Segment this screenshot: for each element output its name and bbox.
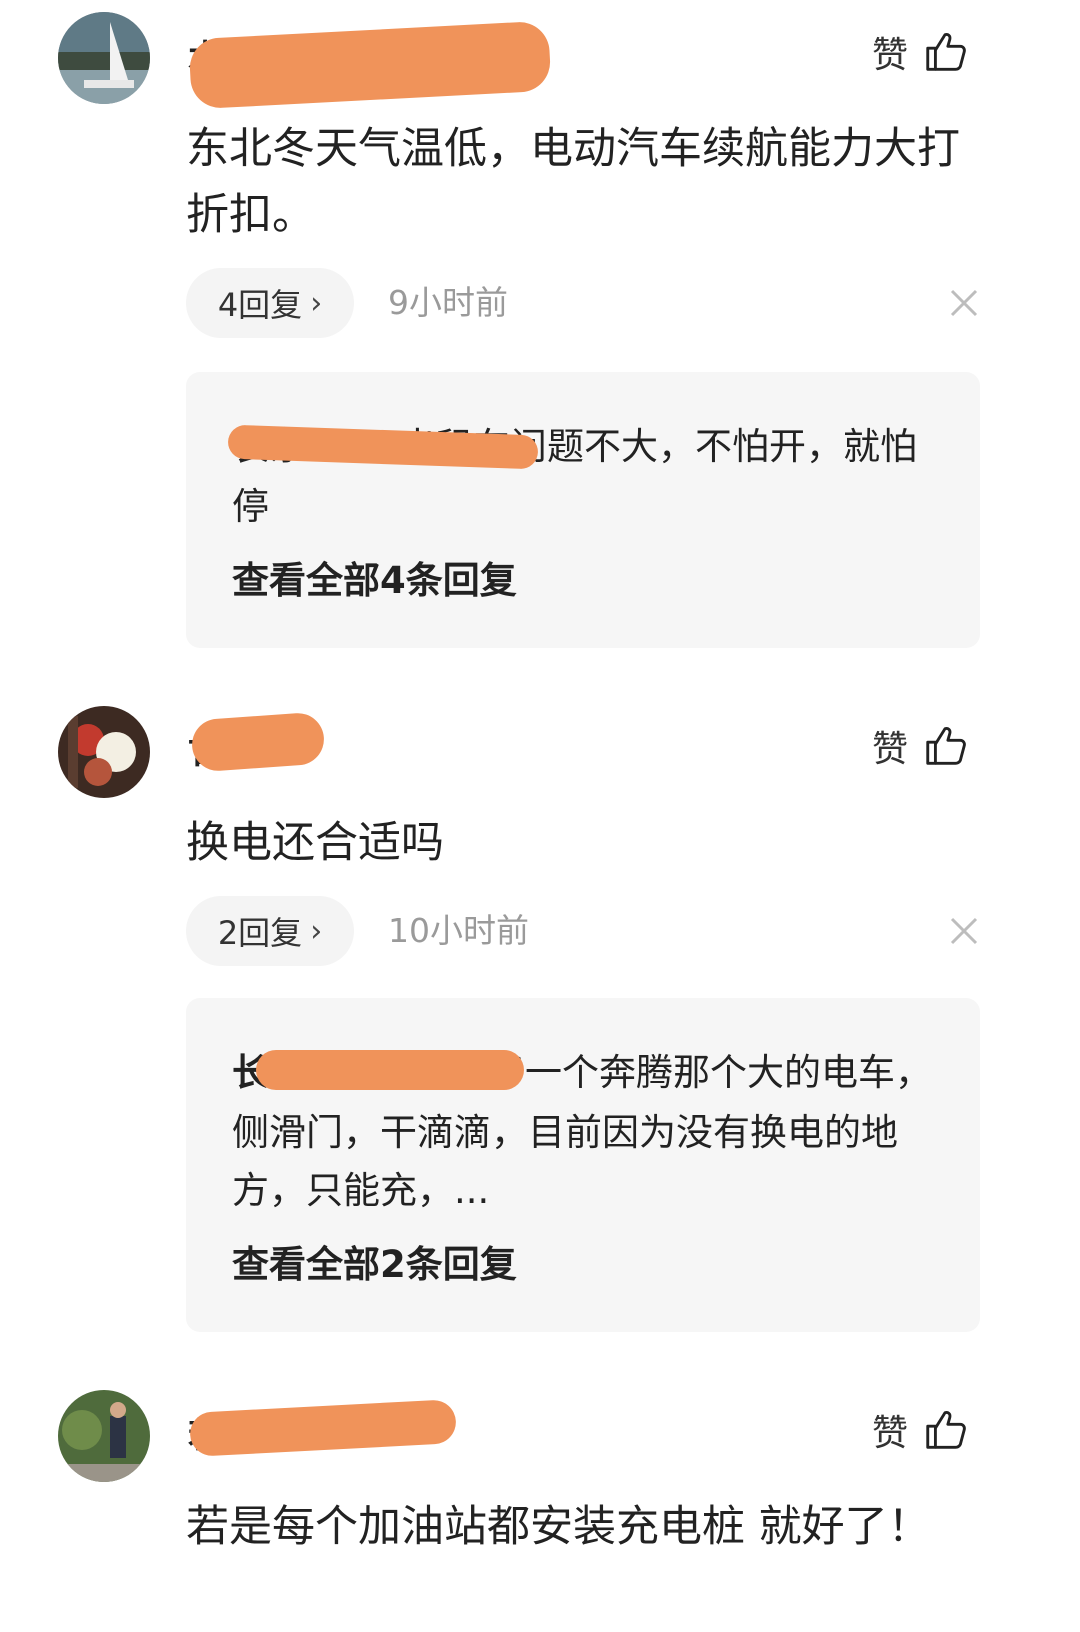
like-label: 赞 — [872, 35, 909, 76]
like-label: 赞 — [872, 1413, 909, 1454]
reply-count-label: 2回复 — [217, 914, 303, 952]
reply-count-button[interactable]: 2回复 › — [186, 896, 354, 966]
thumbs-up-icon — [922, 1407, 968, 1453]
like-button[interactable]: 赞 — [872, 24, 968, 80]
comment-text: 换电还合适吗 — [186, 818, 444, 868]
comment-item: 若 960 赞 若是每个加油站都安装充电桩 就好了！ — [0, 1390, 1080, 1632]
comment-meta: 2回复 › 10小时前 — [186, 896, 996, 966]
comment-text: 若是每个加油站都安装充电桩 就好了！ — [186, 1502, 931, 1552]
close-icon[interactable] — [944, 283, 984, 323]
reply-preview[interactable]: 长者：我朋友买了一个奔腾那个大的电车，侧滑门，干滴滴，目前因为没有换电的地方，只… — [186, 998, 980, 1332]
comment-text: 东北冬天气温低，电动汽车续航能力大打折扣。 — [186, 124, 960, 240]
comment-item: 甘 赞 换电还合适吗 2回复 › 10小时前 长者：我朋友买了一个奔腾那个大的电… — [0, 706, 1080, 1346]
view-all-replies-link[interactable]: 查看全部2条回复 — [232, 1234, 517, 1288]
reply-count-button[interactable]: 4回复 › — [186, 268, 354, 338]
redaction-mark — [256, 1050, 524, 1090]
chevron-right-icon: › — [310, 913, 323, 949]
like-button[interactable]: 赞 — [872, 1402, 968, 1458]
close-icon[interactable] — [944, 911, 984, 951]
chevron-right-icon: › — [310, 285, 323, 321]
redaction-mark — [190, 711, 326, 773]
like-label: 赞 — [872, 729, 909, 770]
thumbs-up-icon — [922, 723, 968, 769]
comment-item: 水化 赞 东北冬天气温低，电动汽车续航能力大打折扣。 4回复 › 9小时前 长东… — [0, 12, 1080, 662]
reply-preview[interactable]: 长东作者：出租车问题不大，不怕开，就怕停 查看全部4条回复 — [186, 372, 980, 648]
avatar[interactable] — [58, 12, 150, 104]
avatar[interactable] — [58, 706, 150, 798]
timestamp: 10小时前 — [388, 911, 529, 950]
like-button[interactable]: 赞 — [872, 718, 968, 774]
thumbs-up-icon — [922, 29, 968, 75]
view-all-replies-link[interactable]: 查看全部4条回复 — [232, 550, 517, 604]
avatar[interactable] — [58, 1390, 150, 1482]
reply-count-label: 4回复 — [217, 286, 303, 324]
comment-meta: 4回复 › 9小时前 — [186, 268, 996, 338]
timestamp: 9小时前 — [388, 283, 508, 322]
